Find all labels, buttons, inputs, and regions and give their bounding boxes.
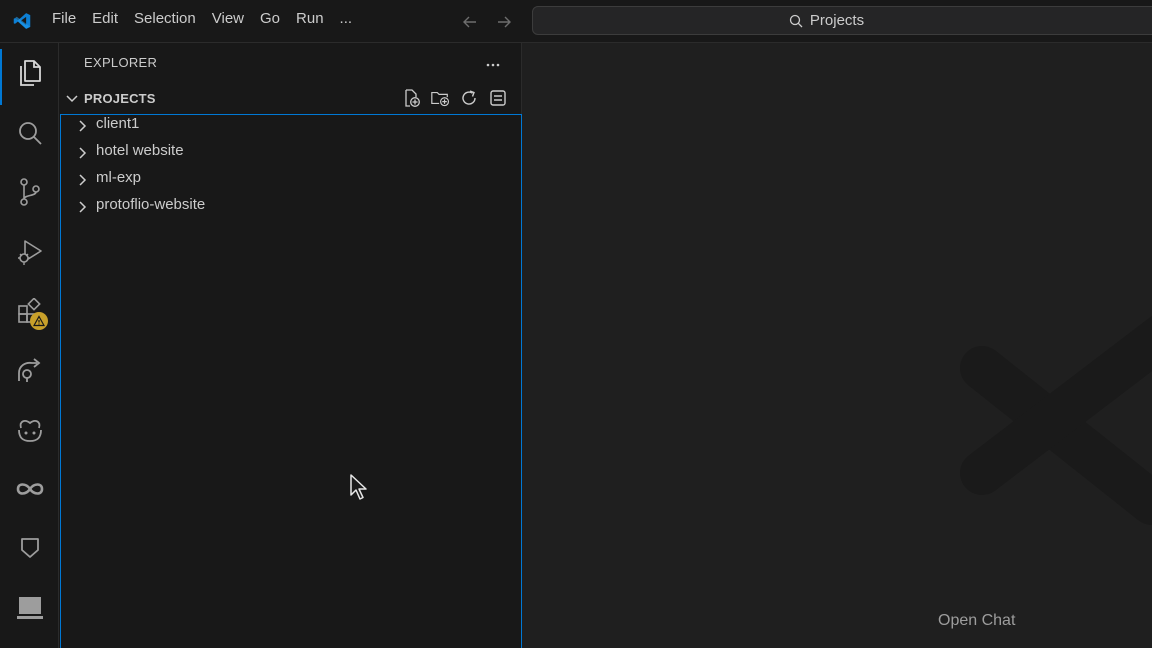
files-icon [19, 60, 41, 86]
menu-more[interactable]: ... [332, 0, 361, 43]
editor-area: Open Chat [522, 43, 1152, 648]
activity-extensions[interactable] [0, 286, 59, 338]
explorer-sidebar: EXPLORER PROJECTS client1 hotel website … [59, 43, 522, 648]
navigation-controls [460, 0, 514, 43]
chevron-right-icon [77, 146, 89, 165]
remote-icon [17, 358, 40, 382]
tree-item-ml-exp[interactable]: ml-exp [61, 166, 521, 193]
run-debug-icon [17, 240, 42, 265]
views-more-actions-button[interactable] [485, 57, 501, 75]
go-back-button[interactable] [460, 12, 480, 32]
projects-section-header[interactable]: PROJECTS [59, 87, 522, 111]
command-center[interactable]: Projects [532, 6, 1152, 35]
new-folder-button[interactable] [430, 88, 450, 108]
infinity-icon [16, 483, 43, 495]
search-icon [789, 14, 803, 27]
collapse-all-button[interactable] [488, 88, 508, 108]
activity-panel[interactable] [0, 582, 59, 634]
menu-go[interactable]: Go [252, 0, 288, 43]
tree-item-client1[interactable]: client1 [61, 112, 521, 139]
go-forward-button[interactable] [494, 12, 514, 32]
menu-file[interactable]: File [44, 0, 84, 43]
copilot-icon [17, 420, 42, 442]
new-file-icon [405, 89, 420, 107]
tree-item-protoflio-website[interactable]: protoflio-website [61, 193, 521, 220]
search-icon [18, 122, 42, 145]
warning-badge-icon [30, 312, 48, 330]
arrow-right-icon [498, 16, 511, 27]
section-title: PROJECTS [84, 91, 156, 106]
activity-source-control[interactable] [0, 166, 59, 218]
chevron-right-icon [77, 200, 89, 219]
menu-view[interactable]: View [204, 0, 252, 43]
activity-bar [0, 43, 59, 648]
vscode-watermark-icon [952, 293, 1152, 568]
activity-run-debug[interactable] [0, 226, 59, 278]
tree-item-label: protoflio-website [96, 196, 206, 213]
sidebar-title: EXPLORER [84, 55, 158, 70]
chevron-down-icon [65, 92, 79, 111]
new-file-button[interactable] [401, 88, 421, 108]
open-chat-hint: Open Chat [938, 612, 1016, 629]
menu-run[interactable]: Run [288, 0, 332, 43]
menu-bar: File Edit Selection View Go Run ... [44, 0, 360, 43]
source-control-icon [19, 178, 40, 206]
chevron-right-icon [77, 119, 89, 138]
vscode-logo-icon [0, 0, 44, 43]
mouse-pointer-icon [349, 473, 369, 506]
menu-edit[interactable]: Edit [84, 0, 126, 43]
projects-tree: client1 hotel website ml-exp protoflio-w… [60, 114, 522, 648]
tree-item-label: ml-exp [96, 169, 142, 186]
activity-explorer[interactable] [0, 47, 59, 105]
title-bar: File Edit Selection View Go Run ... Proj… [0, 0, 1152, 43]
command-center-label: Projects [809, 12, 865, 29]
tree-item-label: hotel website [96, 142, 184, 159]
new-folder-icon [431, 91, 450, 107]
tree-item-label: client1 [96, 115, 140, 132]
section-actions [401, 88, 508, 108]
chevron-right-icon [77, 173, 89, 192]
tree-item-hotel-website[interactable]: hotel website [61, 139, 521, 166]
arrow-left-icon [463, 16, 476, 27]
collapse-all-icon [490, 90, 506, 106]
ellipsis-icon [486, 63, 500, 67]
activity-live-share[interactable] [0, 463, 59, 515]
menu-selection[interactable]: Selection [126, 0, 204, 43]
activity-testing[interactable] [0, 522, 59, 574]
activity-copilot[interactable] [0, 404, 59, 456]
activity-search[interactable] [0, 107, 59, 159]
laptop-icon [16, 597, 43, 619]
activity-remote-explorer[interactable] [0, 345, 59, 397]
shield-icon [20, 538, 39, 558]
refresh-icon [462, 90, 476, 105]
refresh-button[interactable] [459, 88, 479, 108]
